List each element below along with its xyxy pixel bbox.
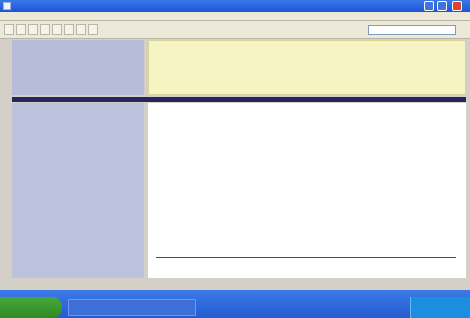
start-button[interactable]: [0, 297, 62, 318]
table-divider: [156, 257, 456, 258]
back-icon[interactable]: [4, 24, 14, 35]
close-button[interactable]: [452, 1, 462, 11]
forward-icon[interactable]: [16, 24, 26, 35]
window-app-icon: [3, 2, 11, 10]
taskbar-window-button[interactable]: [68, 299, 196, 316]
taskbar: [0, 290, 470, 318]
frame-divider: [12, 97, 466, 102]
refresh-icon[interactable]: [40, 24, 50, 35]
toolbar: [0, 21, 470, 39]
minimize-button[interactable]: [424, 1, 434, 11]
address-input[interactable]: [368, 25, 456, 35]
maximize-button[interactable]: [437, 1, 447, 11]
main-content: [148, 103, 466, 278]
menu-bar: [0, 12, 470, 21]
home-icon[interactable]: [52, 24, 62, 35]
favorites-icon[interactable]: [76, 24, 86, 35]
notice-panel: [148, 40, 466, 95]
left-nav-panel: [12, 103, 144, 278]
search-icon[interactable]: [64, 24, 74, 35]
window-titlebar[interactable]: [0, 0, 470, 12]
history-icon[interactable]: [88, 24, 98, 35]
top-nav-sidebar: [12, 40, 144, 95]
system-tray: [410, 297, 470, 318]
stop-icon[interactable]: [28, 24, 38, 35]
